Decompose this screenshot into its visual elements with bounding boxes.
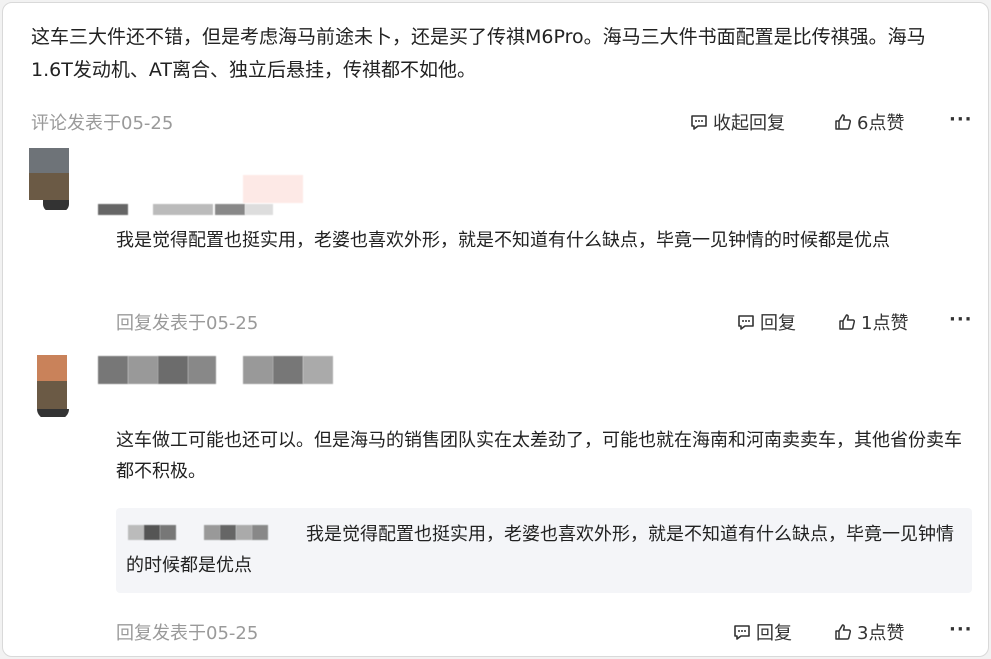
reply-label: 回复: [756, 623, 792, 644]
thumbs-up-icon: [835, 624, 852, 640]
reply-button[interactable]: 回复: [732, 619, 792, 645]
quoted-reply-text: 我是觉得配置也挺实用，老婆也喜欢外形，就是不知道有什么缺点，毕竟一见钟情的时候都…: [126, 519, 962, 581]
avatar[interactable]: [29, 148, 69, 210]
quoted-reply: 我是觉得配置也挺实用，老婆也喜欢外形，就是不知道有什么缺点，毕竟一见钟情的时候都…: [116, 508, 972, 593]
thumbs-up-icon: [835, 114, 852, 130]
collapse-replies-button[interactable]: 收起回复: [689, 109, 785, 135]
like-count-label: 3点赞: [857, 623, 905, 644]
reply-meta: 回复发表于05-25: [116, 617, 258, 647]
reply-time: 回复发表于05-25: [116, 623, 259, 644]
comment-bubble-icon: [734, 625, 750, 640]
quoted-text: 我是觉得配置也挺实用，老婆也喜欢外形，就是不知道有什么缺点，毕竟一见钟情的时候都…: [126, 524, 954, 576]
like-button[interactable]: 6点赞: [833, 109, 904, 135]
comment-bubble-icon: [738, 315, 754, 330]
like-button[interactable]: 3点赞: [833, 619, 904, 645]
reply-meta: 回复发表于05-25: [116, 307, 258, 337]
avatar[interactable]: [29, 355, 69, 417]
reply-button[interactable]: 回复: [736, 309, 796, 335]
reply-label: 回复: [760, 313, 796, 334]
comment-bubble-icon: [691, 115, 707, 130]
reply-time: 回复发表于05-25: [116, 313, 259, 334]
thumbs-up-icon: [839, 314, 856, 330]
comment-thread-card: 这车三大件还不错，但是考虑海马前途未卜，还是买了传祺M6Pro。海马三大件书面配…: [2, 2, 989, 657]
top-comment-text: 这车三大件还不错，但是考虑海马前途未卜，还是买了传祺M6Pro。海马三大件书面配…: [31, 26, 926, 81]
collapse-replies-label: 收起回复: [713, 113, 785, 134]
more-options-button[interactable]: ···: [949, 619, 973, 640]
like-count-label: 1点赞: [861, 313, 909, 334]
reply-text: 我是觉得配置也挺实用，老婆也喜欢外形，就是不知道有什么缺点，毕竟一见钟情的时候都…: [116, 230, 890, 251]
like-count-label: 6点赞: [857, 113, 905, 134]
more-options-button[interactable]: ···: [949, 109, 973, 130]
more-options-button[interactable]: ···: [949, 309, 973, 330]
reply-text: 这车做工可能也还可以。但是海马的销售团队实在太差劲了，可能也就在海南和河南卖卖车…: [116, 430, 962, 482]
top-comment-meta: 评论发表于05-25: [31, 107, 173, 137]
like-button[interactable]: 1点赞: [837, 309, 908, 335]
top-comment-time: 评论发表于05-25: [31, 113, 174, 134]
